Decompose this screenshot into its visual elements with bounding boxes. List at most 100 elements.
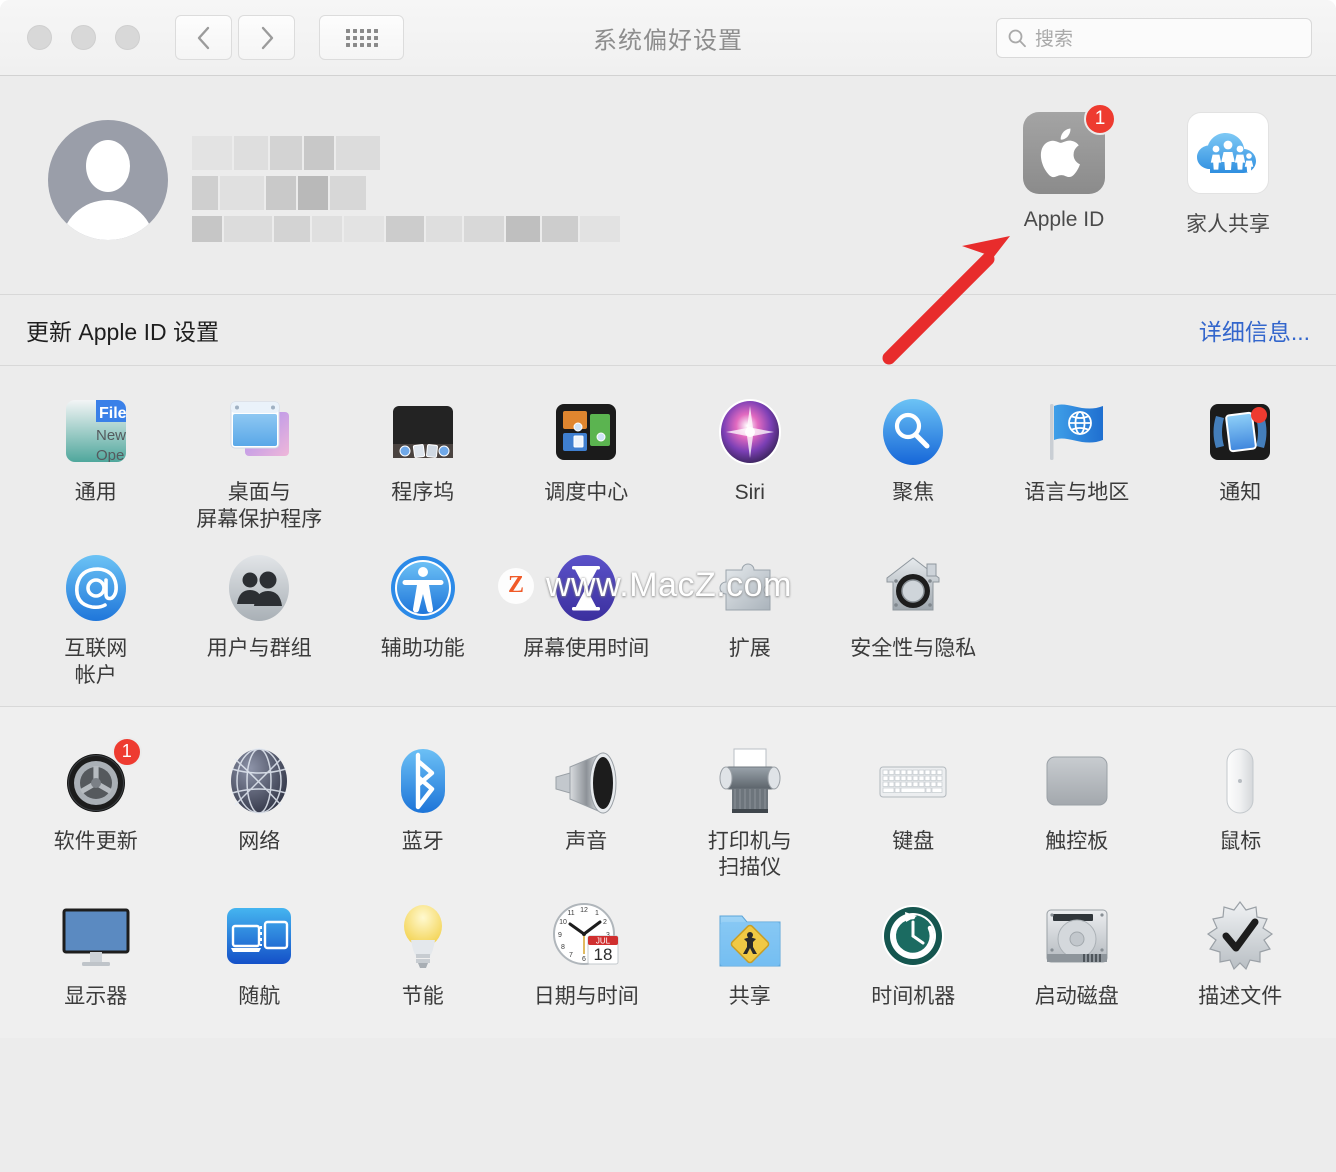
pref-label: 触控板 — [1045, 829, 1109, 853]
pref-label: 通用 — [74, 481, 117, 504]
svg-text:11: 11 — [568, 910, 575, 917]
pref-printers-scanners[interactable]: 打印机与 扫描仪 — [668, 733, 832, 889]
pref-time-machine[interactable]: 时间机器 — [832, 888, 996, 1028]
dock-icon — [385, 394, 461, 470]
svg-text:Ope: Ope — [96, 447, 124, 464]
svg-text:New: New — [96, 427, 126, 444]
pref-spotlight[interactable]: 聚焦 — [832, 384, 996, 540]
language-region-icon — [1039, 394, 1115, 470]
pref-label: 键盘 — [892, 829, 935, 853]
pref-dock[interactable]: 程序坞 — [341, 384, 505, 540]
pref-label: 软件更新 — [53, 829, 138, 853]
svg-text:8: 8 — [561, 944, 565, 951]
pref-mouse[interactable]: 鼠标 — [1159, 733, 1323, 889]
back-button[interactable] — [175, 15, 232, 60]
users-groups-icon — [221, 550, 297, 626]
pref-sound[interactable]: 声音 — [505, 733, 669, 889]
pref-desktop-screensaver[interactable]: 桌面与 屏幕保护程序 — [178, 384, 342, 540]
pref-extensions[interactable]: 扩展 — [668, 540, 832, 696]
pref-security-privacy[interactable]: 安全性与隐私 — [832, 540, 996, 696]
pref-displays[interactable]: 显示器 — [14, 888, 178, 1028]
search-input[interactable]: 搜索 — [996, 17, 1312, 58]
pref-accessibility[interactable]: 辅助功能 — [341, 540, 505, 696]
pref-internet-accounts[interactable]: 互联网 帐户 — [14, 540, 178, 696]
pref-label: 日期与时间 — [533, 985, 639, 1009]
traffic-lights — [27, 25, 140, 50]
redacted-name-line — [192, 136, 620, 170]
pref-notifications[interactable]: 通知 — [1159, 384, 1323, 540]
pref-label: 网络 — [238, 829, 281, 853]
family-sharing-label: 家人共享 — [1186, 213, 1270, 236]
pref-label: 程序坞 — [391, 481, 455, 504]
show-all-button[interactable] — [319, 15, 404, 60]
pref-label: 通知 — [1219, 481, 1262, 504]
avatar[interactable] — [48, 120, 168, 240]
pref-label: 节能 — [401, 985, 444, 1009]
pref-network[interactable]: 网络 — [178, 733, 342, 889]
pref-users-groups[interactable]: 用户与群组 — [178, 540, 342, 696]
details-link[interactable]: 详细信息... — [1199, 313, 1310, 347]
family-sharing-tile[interactable]: 家人共享 — [1166, 112, 1290, 238]
software-update-icon: 1 — [58, 736, 142, 819]
pref-label: 桌面与 屏幕保护程序 — [196, 481, 323, 531]
search-icon — [1008, 29, 1026, 47]
date-time-icon: 1212 345 678 91011 JUL 18 — [548, 898, 624, 974]
software-update-badge: 1 — [111, 736, 142, 767]
chevron-right-icon — [261, 26, 273, 49]
svg-text:1: 1 — [595, 910, 599, 917]
svg-text:7: 7 — [569, 952, 573, 959]
account-tiles: 1 Apple ID 家人共享 — [1002, 103, 1290, 238]
trackpad-icon — [1039, 743, 1115, 819]
pref-label: 互联网 帐户 — [64, 636, 128, 687]
preferences-row: 显示器 随航 节能 12 1 2 6 7 8 9 10 11 JUL 18 日期… — [0, 888, 1336, 1028]
pref-keyboard[interactable]: 键盘 — [832, 733, 996, 889]
redacted-email-line — [192, 216, 620, 242]
pref-sidecar[interactable]: 随航 — [178, 888, 342, 1028]
apple-id-tile[interactable]: 1 Apple ID — [1002, 103, 1126, 238]
redacted-name-line-2 — [192, 176, 620, 210]
pref-screen-time[interactable]: 屏幕使用时间 — [505, 540, 669, 696]
close-button[interactable] — [27, 25, 52, 50]
pref-spacer — [1159, 540, 1323, 696]
svg-text:12: 12 — [580, 907, 588, 914]
zoom-button[interactable] — [115, 25, 140, 50]
pref-general[interactable]: File New Ope 通用 — [14, 384, 178, 540]
pref-spacer — [995, 540, 1159, 696]
minimize-button[interactable] — [71, 25, 96, 50]
startup-disk-icon — [1039, 898, 1115, 974]
sound-icon — [548, 743, 624, 819]
pref-label: 安全性与隐私 — [850, 636, 977, 660]
pref-software-update[interactable]: 1 软件更新 — [14, 733, 178, 889]
apple-id-label: Apple ID — [1023, 208, 1105, 231]
sidecar-icon — [221, 898, 297, 974]
pref-label: 聚焦 — [892, 481, 935, 504]
extensions-icon — [712, 550, 788, 626]
time-machine-icon — [875, 898, 951, 974]
pref-profiles[interactable]: 描述文件 — [1159, 888, 1323, 1028]
pref-label: 用户与群组 — [206, 636, 312, 660]
pref-sharing[interactable]: 共享 — [668, 888, 832, 1028]
keyboard-icon — [875, 743, 951, 819]
navigation-buttons — [175, 15, 295, 60]
forward-button[interactable] — [238, 15, 295, 60]
pref-energy-saver[interactable]: 节能 — [341, 888, 505, 1028]
siri-icon — [712, 394, 788, 470]
apple-id-badge: 1 — [1084, 103, 1116, 135]
hardware-preferences-pane: 1 软件更新 网络 蓝牙 声音 打印机与 扫描仪 键盘 触控板 鼠标 显示器 随… — [0, 705, 1336, 1039]
preferences-row: 互联网 帐户 用户与群组 辅助功能 屏幕使用时间 扩展 安全性与隐私 — [0, 540, 1336, 696]
preferences-row: File New Ope 通用 桌面与 屏幕保护程序 程序坞 调度中心 Siri… — [0, 384, 1336, 540]
family-sharing-icon — [1187, 112, 1269, 194]
pref-bluetooth[interactable]: 蓝牙 — [341, 733, 505, 889]
pref-language-region[interactable]: 语言与地区 — [995, 384, 1159, 540]
bluetooth-icon — [385, 743, 461, 819]
pref-mission-control[interactable]: 调度中心 — [505, 384, 669, 540]
internet-accounts-icon — [58, 550, 134, 626]
pref-trackpad[interactable]: 触控板 — [995, 733, 1159, 889]
pref-startup-disk[interactable]: 启动磁盘 — [995, 888, 1159, 1028]
pref-label: 扩展 — [728, 636, 771, 660]
chevron-left-icon — [197, 26, 209, 49]
pref-label: 蓝牙 — [401, 829, 444, 853]
pref-date-time[interactable]: 1212 345 678 91011 JUL 18 — [505, 888, 669, 1028]
energy-saver-icon — [385, 898, 461, 974]
pref-siri[interactable]: Siri — [668, 384, 832, 540]
